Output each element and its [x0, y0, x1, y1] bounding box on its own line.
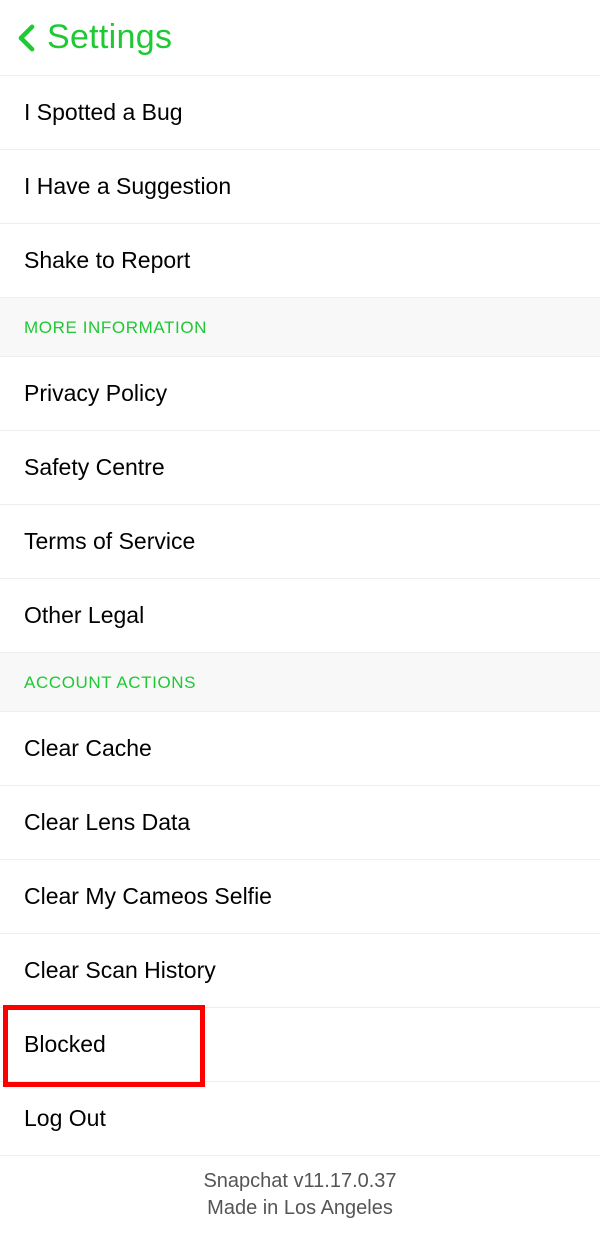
page-title: Settings — [47, 18, 172, 57]
settings-item-clear-scan-history[interactable]: Clear Scan History — [0, 934, 600, 1008]
settings-item-i-spotted-a-bug[interactable]: I Spotted a Bug — [0, 75, 600, 150]
settings-item-safety-centre[interactable]: Safety Centre — [0, 431, 600, 505]
settings-item-shake-to-report[interactable]: Shake to Report — [0, 224, 600, 298]
settings-item-clear-cache[interactable]: Clear Cache — [0, 712, 600, 786]
settings-item-blocked[interactable]: Blocked — [0, 1008, 600, 1082]
settings-item-i-have-a-suggestion[interactable]: I Have a Suggestion — [0, 150, 600, 224]
header-bar: Settings — [0, 0, 600, 75]
settings-item-clear-my-cameos-selfie[interactable]: Clear My Cameos Selfie — [0, 860, 600, 934]
settings-item-privacy-policy[interactable]: Privacy Policy — [0, 357, 600, 431]
section-header-account-actions: ACCOUNT ACTIONS — [0, 653, 600, 712]
back-icon[interactable] — [18, 24, 35, 52]
settings-item-other-legal[interactable]: Other Legal — [0, 579, 600, 653]
settings-item-clear-lens-data[interactable]: Clear Lens Data — [0, 786, 600, 860]
settings-item-terms-of-service[interactable]: Terms of Service — [0, 505, 600, 579]
footer-version: Snapchat v11.17.0.37 — [0, 1168, 600, 1195]
section-header-more-information: MORE INFORMATION — [0, 298, 600, 357]
footer-made-in: Made in Los Angeles — [0, 1195, 600, 1222]
settings-item-log-out[interactable]: Log Out — [0, 1082, 600, 1156]
footer: Snapchat v11.17.0.37 Made in Los Angeles — [0, 1156, 600, 1234]
